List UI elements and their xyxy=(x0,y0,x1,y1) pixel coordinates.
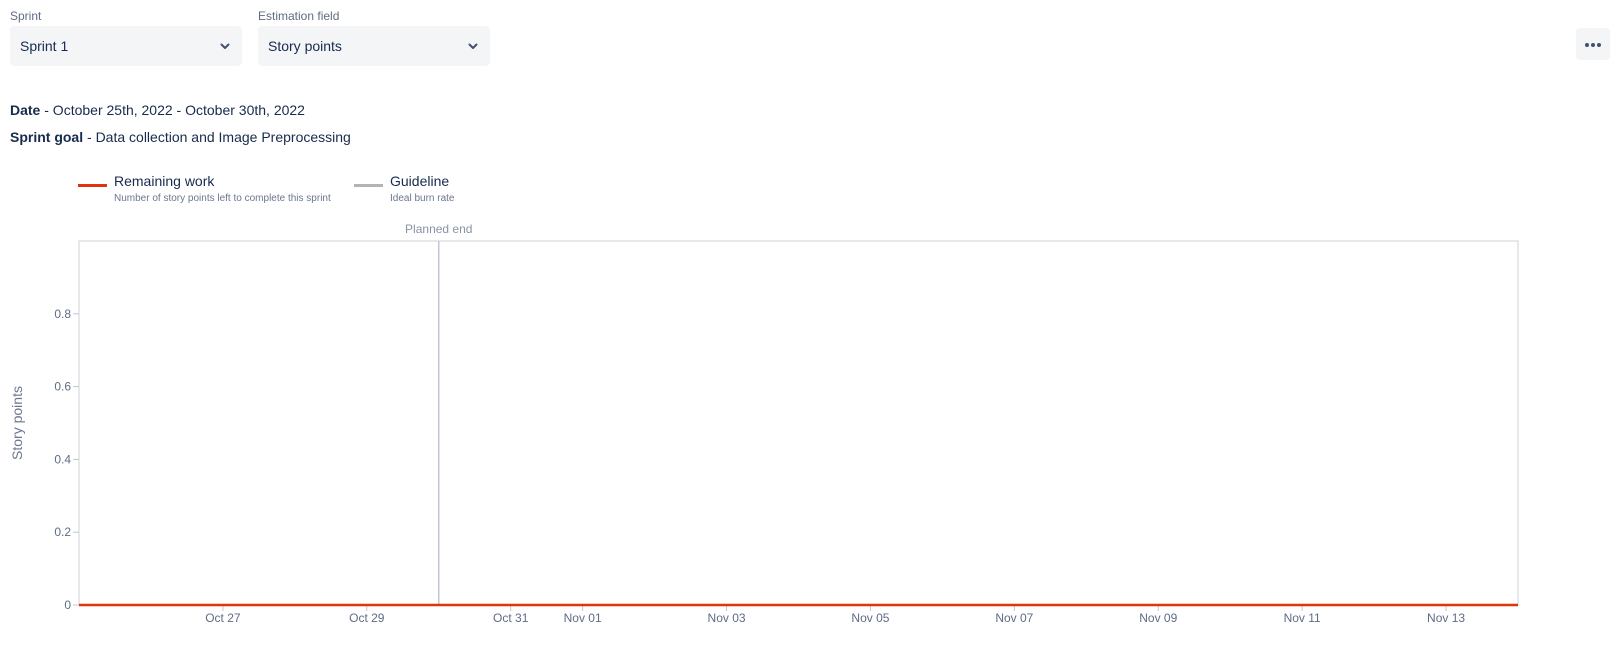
x-tick-label: Nov 05 xyxy=(851,611,889,625)
x-tick-label: Nov 09 xyxy=(1139,611,1177,625)
x-tick-label: Nov 11 xyxy=(1284,611,1321,625)
x-tick-label: Nov 07 xyxy=(995,611,1033,625)
x-tick-label: Oct 27 xyxy=(205,611,241,625)
x-tick-label: Oct 31 xyxy=(493,611,529,625)
y-tick-label: 0.4 xyxy=(54,452,71,466)
burndown-chart: 0 0.2 0.4 0.6 0.8 Oct 27 Oct 29 Oct 31 Nov 01 Nov… xyxy=(9,222,1519,625)
y-axis-title: Story points xyxy=(9,386,25,460)
x-tick-label: Oct 29 xyxy=(349,611,385,625)
x-tick-label: Nov 13 xyxy=(1427,611,1465,625)
y-tick-label: 0.2 xyxy=(54,525,71,539)
y-tick-label: 0.6 xyxy=(54,380,71,394)
y-tick-label: 0 xyxy=(64,598,71,612)
y-tick-label: 0.8 xyxy=(54,307,71,321)
plot-area xyxy=(78,240,1519,606)
x-tick-label: Nov 03 xyxy=(708,611,746,625)
planned-end-label: Planned end xyxy=(405,222,472,236)
x-tick-label: Nov 01 xyxy=(564,611,602,625)
